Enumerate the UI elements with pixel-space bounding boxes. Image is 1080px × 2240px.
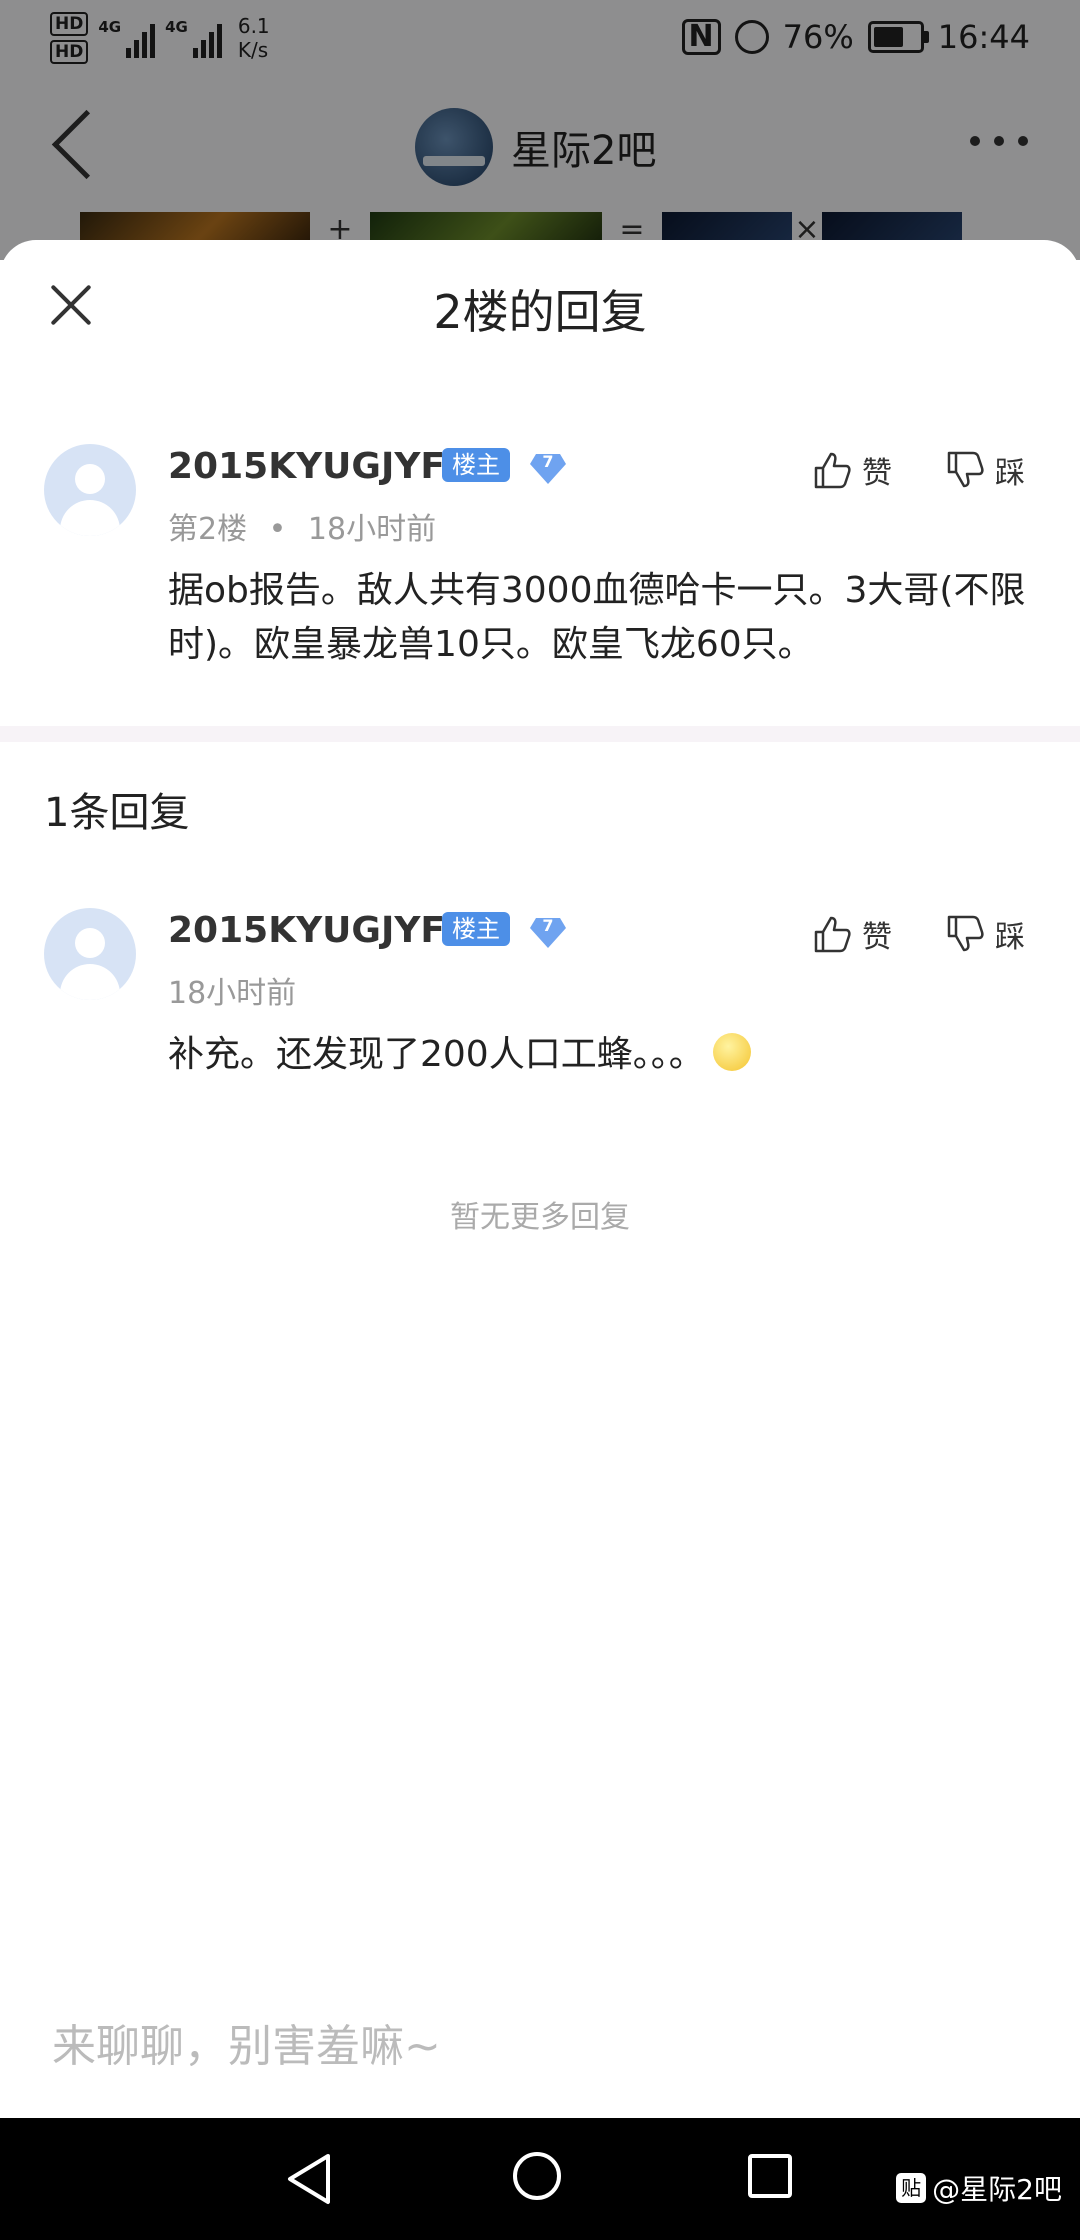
avatar[interactable] — [44, 908, 136, 1000]
username[interactable]: 2015KYUGJYF — [168, 446, 445, 487]
nav-home-icon[interactable] — [513, 2152, 561, 2200]
reply-content: 补充。还发现了200人口工蜂。。。 — [168, 1028, 1038, 1082]
thumbs-down-icon — [947, 915, 984, 952]
post-content: 据ob报告。敌人共有3000血德哈卡一只。3大哥(不限时)。欧皇暴龙兽10只。欧… — [168, 570, 1026, 665]
separator-dot: • — [268, 512, 287, 547]
owner-badge: 楼主 — [442, 448, 510, 482]
dislike-label: 踩 — [995, 456, 1025, 491]
nav-back-icon[interactable] — [284, 2152, 334, 2206]
modal-overlay[interactable] — [0, 0, 1080, 260]
reply-time: 18小时前 — [168, 976, 297, 1011]
dislike-label: 踩 — [995, 920, 1025, 955]
nav-recents-icon[interactable] — [748, 2154, 792, 2198]
floor-number: 第2楼 — [168, 512, 248, 547]
username[interactable]: 2015KYUGJYF — [168, 910, 445, 951]
thumbs-up-icon — [814, 916, 851, 953]
dislike-button[interactable]: 踩 — [945, 912, 1025, 956]
level-badge: 7 — [530, 914, 566, 950]
level-badge: 7 — [530, 450, 566, 486]
emoji-icon — [712, 1033, 751, 1071]
watermark-text: @星际2吧 — [932, 2173, 1062, 2206]
thumbs-down-icon — [947, 451, 984, 488]
post-time: 18小时前 — [307, 512, 437, 547]
like-label: 赞 — [862, 456, 892, 491]
reply-sheet: 2楼的回复 2015KYUGJYF 楼主 7 第2楼 • 18小时前 据ob报告… — [0, 240, 1080, 2118]
replies-count: 1条回复 — [44, 790, 190, 836]
avatar[interactable] — [44, 444, 136, 536]
system-nav-bar: 贴 @星际2吧 — [0, 2118, 1080, 2240]
like-label: 赞 — [862, 920, 892, 955]
watermark: 贴 @星际2吧 — [896, 2168, 1062, 2208]
like-button[interactable]: 赞 — [812, 448, 892, 492]
comment-input[interactable]: 来聊聊，别害羞嘛~ — [52, 2010, 441, 2074]
like-button[interactable]: 赞 — [812, 912, 892, 956]
section-divider — [0, 726, 1080, 742]
tieba-logo: 贴 — [896, 2173, 927, 2203]
dislike-button[interactable]: 踩 — [945, 448, 1025, 492]
owner-badge: 楼主 — [442, 912, 510, 946]
sheet-title: 2楼的回复 — [433, 285, 647, 339]
thumbs-up-icon — [814, 452, 851, 489]
post-meta: 第2楼 • 18小时前 — [168, 504, 436, 548]
sheet-header: 2楼的回复 — [0, 240, 1080, 370]
no-more-replies: 暂无更多回复 — [450, 1200, 630, 1235]
